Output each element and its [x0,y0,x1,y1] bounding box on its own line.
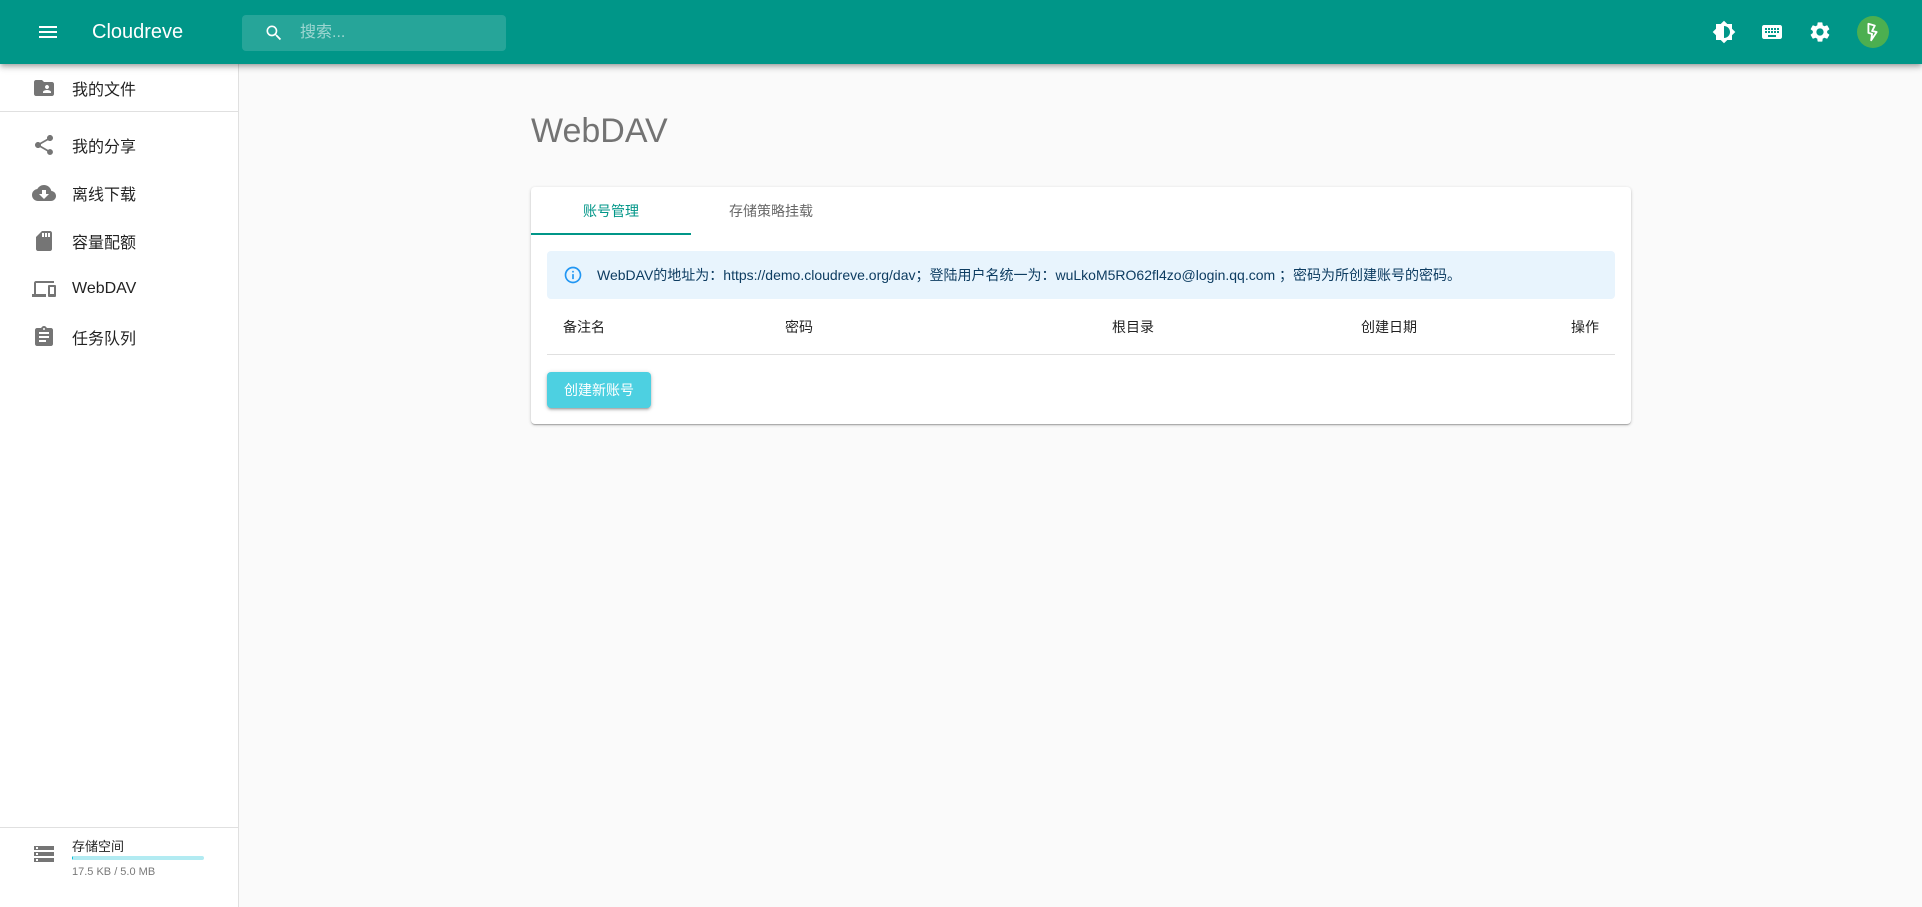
tab-bar: 账号管理 存储策略挂载 [531,187,1631,235]
sidebar-item-label: 我的文件 [72,82,137,99]
storage-title: 存储空间 [72,839,125,854]
sidebar-item-label: 离线下载 [72,187,137,204]
sidebar-item-label: 我的分享 [72,139,137,156]
webdav-card: 账号管理 存储策略挂载 WebDAV的地址为：https://demo.clou… [531,187,1631,424]
folder-shared-icon [32,76,56,100]
column-header-created-date: 创建日期 [1361,319,1417,335]
settings-icon [1810,22,1830,42]
sidebar-item-offline-download[interactable]: 离线下载 [0,169,238,217]
app-bar: Cloudreve [0,0,1922,64]
sidebar-item-my-files[interactable]: 我的文件 [0,64,238,112]
sidebar-item-webdav[interactable]: WebDAV [0,265,238,313]
share-icon [32,133,56,157]
alert-text: WebDAV的地址为：https://demo.cloudreve.org/da… [597,267,1462,283]
brightness-icon [1712,20,1736,44]
assignment-icon [32,325,56,349]
menu-button[interactable] [24,8,72,56]
sidebar-divider [0,111,238,112]
storage-summary[interactable]: 存储空间 17.5 KB / 5.0 MB [0,828,238,907]
search-box[interactable] [242,15,506,51]
tab-storage-policy-mount[interactable]: 存储策略挂载 [691,187,851,235]
storage-icon [34,846,54,862]
info-icon [564,266,582,284]
column-header-password: 密码 [785,319,813,335]
tab-indicator [531,233,691,235]
column-header-remark: 备注名 [563,319,605,335]
sd-card-icon [32,229,56,253]
app-title[interactable]: Cloudreve [92,0,183,64]
cloud-download-icon [32,181,56,205]
sidebar: 我的文件 我的分享 离线下载 容量配额 WebDAV 任务队列 存储空间 17.… [0,64,239,907]
create-account-button[interactable]: 创建新账号 [547,372,651,408]
column-header-root-dir: 根目录 [1112,319,1154,335]
info-alert: WebDAV的地址为：https://demo.cloudreve.org/da… [547,251,1615,299]
avatar[interactable] [1857,16,1889,48]
column-header-actions: 操作 [1571,319,1599,335]
menu-icon [39,26,57,38]
sidebar-item-quota[interactable]: 容量配额 [0,217,238,265]
search-input[interactable] [298,15,498,51]
sidebar-item-my-shares[interactable]: 我的分享 [0,121,238,169]
sidebar-item-task-queue[interactable]: 任务队列 [0,313,238,361]
keyboard-button[interactable] [1748,8,1796,56]
sidebar-item-label: WebDAV [72,280,137,297]
table-header: 备注名 密码 根目录 创建日期 操作 [547,299,1615,355]
tab-account-management[interactable]: 账号管理 [531,187,691,235]
keyboard-icon [1762,25,1782,39]
avatar-logo-icon [1867,22,1878,42]
sidebar-item-label: 容量配额 [72,235,137,252]
devices-icon [32,277,56,301]
settings-button[interactable] [1796,8,1844,56]
sidebar-item-label: 任务队列 [72,331,137,348]
storage-progress-bar [72,856,204,860]
theme-toggle-button[interactable] [1700,8,1748,56]
page-title: WebDAV [531,112,668,150]
search-icon [266,25,282,41]
storage-usage: 17.5 KB / 5.0 MB [72,866,156,878]
